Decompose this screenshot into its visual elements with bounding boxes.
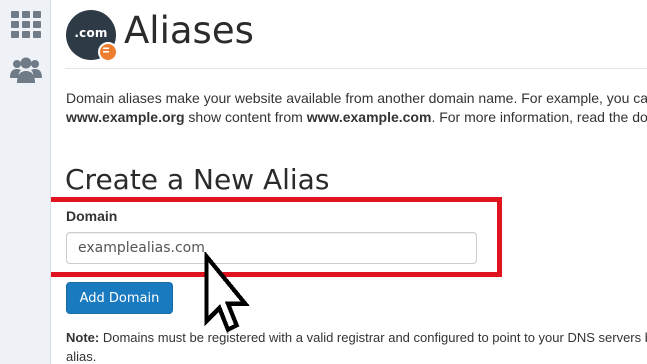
highlight-annotation <box>51 197 502 277</box>
add-domain-button[interactable]: Add Domain <box>66 282 173 314</box>
note-body: Domains must be registered with a valid … <box>102 330 647 345</box>
example-org-text: www.example.org <box>66 109 185 125</box>
description-line-2: www.example.org show content from www.ex… <box>66 108 647 127</box>
header-icon-text: .com <box>74 26 108 40</box>
page-title: Aliases <box>124 9 254 52</box>
page-description: Domain aliases make your website availab… <box>66 89 647 127</box>
equals-badge-icon <box>98 42 118 62</box>
description-middle-text: show content from <box>184 109 307 125</box>
users-group-icon[interactable] <box>10 55 42 85</box>
note-text: Note: Domains must be registered with a … <box>66 328 647 364</box>
domain-aliases-icon: .com <box>66 10 118 62</box>
note-line-2: alias. <box>66 349 97 364</box>
description-line-1: Domain aliases make your website availab… <box>66 90 647 106</box>
note-label: Note: <box>66 330 100 345</box>
header-divider <box>65 68 647 69</box>
apps-grid-icon[interactable] <box>10 10 42 40</box>
note-line-1: Note: Domains must be registered with a … <box>66 328 647 347</box>
create-alias-heading: Create a New Alias <box>65 163 330 196</box>
description-end-text: . For more information, read the documen… <box>431 109 647 125</box>
main-content: .com Aliases Domain aliases make your we… <box>51 0 647 364</box>
sidebar <box>0 0 51 364</box>
example-com-text: www.example.com <box>306 109 432 125</box>
